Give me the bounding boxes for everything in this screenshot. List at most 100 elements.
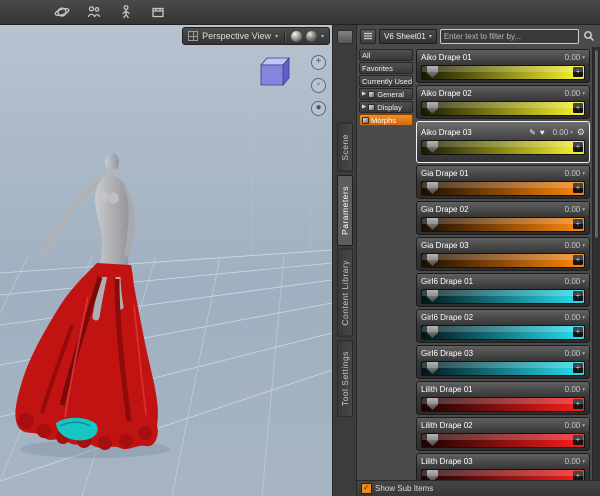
category-item[interactable]: ▶ Currently Used <box>359 75 413 87</box>
slider-knob[interactable] <box>427 398 438 410</box>
side-tab[interactable]: Content Library <box>336 248 353 337</box>
morph-slider-row[interactable]: Gia Drape 01 ✎ ♥ 0.00 ▾ ⚙ <box>416 165 590 199</box>
shaded-style-icon[interactable] <box>290 30 302 42</box>
slider-value[interactable]: 0.00 <box>565 277 581 286</box>
slider-knob[interactable] <box>427 434 438 446</box>
chevron-down-icon[interactable]: ▾ <box>275 33 278 40</box>
scrollbar[interactable] <box>592 47 600 480</box>
side-tab[interactable]: Scene <box>336 123 353 172</box>
slider-plus-button[interactable]: + <box>573 103 583 113</box>
slider-plus-button[interactable]: + <box>573 327 583 337</box>
slider-track[interactable]: + <box>421 289 585 304</box>
value-chevron-icon[interactable]: ▾ <box>582 279 585 285</box>
pane-menu-icon[interactable] <box>360 28 376 44</box>
value-chevron-icon[interactable]: ▾ <box>582 55 585 61</box>
morph-slider-row[interactable]: Lilith Drape 03 ✎ ♥ 0.00 ▾ ⚙ <box>416 453 590 480</box>
rotate-tool-icon[interactable] <box>52 2 72 22</box>
slider-track[interactable]: + <box>421 433 585 448</box>
category-item[interactable]: ▶ All <box>359 49 413 61</box>
slider-value[interactable]: 0.00 <box>565 457 581 466</box>
morph-slider-row[interactable]: Girl6 Drape 03 ✎ ♥ 0.00 ▾ ⚙ <box>416 345 590 379</box>
slider-track[interactable]: + <box>421 101 585 116</box>
slider-plus-button[interactable]: + <box>573 255 583 265</box>
slider-plus-button[interactable]: + <box>573 435 583 445</box>
slider-plus-button[interactable]: + <box>573 363 583 373</box>
people-tool-icon[interactable] <box>84 2 104 22</box>
slider-value[interactable]: 0.00 <box>553 128 569 137</box>
slider-track[interactable]: + <box>421 140 585 155</box>
figure-model[interactable] <box>41 152 135 268</box>
slider-knob[interactable] <box>427 470 438 480</box>
slider-track[interactable]: + <box>421 217 585 232</box>
side-tab[interactable]: Tool Settings <box>336 339 353 417</box>
slider-value[interactable]: 0.00 <box>565 169 581 178</box>
frame-tool-icon[interactable] <box>148 2 168 22</box>
value-chevron-icon[interactable]: ▾ <box>582 91 585 97</box>
slider-value[interactable]: 0.00 <box>565 421 581 430</box>
figure-tool-icon[interactable] <box>116 2 136 22</box>
expand-arrow-icon[interactable]: ▶ <box>362 104 366 110</box>
morph-slider-row[interactable]: Aiko Drape 02 ✎ ♥ 0.00 ▾ ⚙ <box>416 85 590 119</box>
slider-knob[interactable] <box>427 66 438 78</box>
gear-icon[interactable]: ⚙ <box>577 128 585 137</box>
morph-slider-row[interactable]: Girl6 Drape 01 ✎ ♥ 0.00 ▾ ⚙ <box>416 273 590 307</box>
slider-plus-button[interactable]: + <box>573 142 583 152</box>
view-selector[interactable]: Perspective View <box>202 31 271 41</box>
category-item[interactable]: ▶ Morphs <box>359 114 413 126</box>
slider-knob[interactable] <box>427 218 438 230</box>
value-chevron-icon[interactable]: ▾ <box>582 351 585 357</box>
slider-plus-button[interactable]: + <box>573 183 583 193</box>
slider-track[interactable]: + <box>421 397 585 412</box>
view-cube[interactable] <box>254 53 292 89</box>
slider-plus-button[interactable]: + <box>573 67 583 77</box>
value-chevron-icon[interactable]: ▾ <box>582 459 585 465</box>
filter-input[interactable] <box>439 28 579 44</box>
value-chevron-icon[interactable]: ▾ <box>582 315 585 321</box>
slider-value[interactable]: 0.00 <box>565 349 581 358</box>
slider-value[interactable]: 0.00 <box>565 89 581 98</box>
slider-track[interactable]: + <box>421 65 585 80</box>
dress-drape[interactable] <box>15 222 158 450</box>
slider-plus-button[interactable]: + <box>573 291 583 301</box>
morph-slider-row[interactable]: Aiko Drape 03 ✎ ♥ 0.00 ▾ ⚙ + <box>416 121 590 163</box>
side-tab[interactable]: Parameters <box>336 174 353 246</box>
value-chevron-icon[interactable]: ▾ <box>582 387 585 393</box>
value-chevron-icon[interactable]: ▾ <box>582 423 585 429</box>
slider-value[interactable]: 0.00 <box>565 205 581 214</box>
viewport-3d[interactable]: Perspective View ▾ ▾ + ◦ ● <box>0 25 332 496</box>
favorite-icon[interactable]: ♥ <box>540 128 545 137</box>
slider-track[interactable]: + <box>421 361 585 376</box>
zoom-control-icon[interactable]: + <box>311 55 326 70</box>
slider-track[interactable]: + <box>421 181 585 196</box>
expand-arrow-icon[interactable]: ▶ <box>362 91 366 97</box>
morph-slider-row[interactable]: Gia Drape 03 ✎ ♥ 0.00 ▾ ⚙ <box>416 237 590 271</box>
pan-control-icon[interactable]: ● <box>311 101 326 116</box>
slider-value[interactable]: 0.00 <box>565 53 581 62</box>
category-item[interactable]: ▶ Display <box>359 101 413 113</box>
slider-track[interactable]: + <box>421 325 585 340</box>
morph-slider-row[interactable]: Lilith Drape 01 ✎ ♥ 0.00 ▾ ⚙ <box>416 381 590 415</box>
morph-slider-row[interactable]: Lilith Drape 02 ✎ ♥ 0.00 ▾ ⚙ <box>416 417 590 451</box>
slider-plus-button[interactable]: + <box>573 399 583 409</box>
slider-knob[interactable] <box>427 182 438 194</box>
slider-knob[interactable] <box>427 290 438 302</box>
edit-icon[interactable]: ✎ <box>529 128 536 137</box>
scrollbar-thumb[interactable] <box>594 49 599 239</box>
value-chevron-icon[interactable]: ▾ <box>570 130 573 136</box>
category-item[interactable]: ▶ Favorites <box>359 62 413 74</box>
style-menu-chevron-icon[interactable]: ▾ <box>321 33 324 40</box>
scene-canvas[interactable] <box>0 25 332 496</box>
show-sub-items-checkbox[interactable]: ✓ <box>361 483 372 494</box>
slider-knob[interactable] <box>427 102 438 114</box>
morph-slider-row[interactable]: Gia Drape 02 ✎ ♥ 0.00 ▾ ⚙ <box>416 201 590 235</box>
value-chevron-icon[interactable]: ▾ <box>582 171 585 177</box>
slider-track[interactable]: + <box>421 469 585 480</box>
orbit-control-icon[interactable]: ◦ <box>311 78 326 93</box>
category-item[interactable]: ▶ General <box>359 88 413 100</box>
slider-plus-button[interactable]: + <box>573 471 583 480</box>
slider-value[interactable]: 0.00 <box>565 241 581 250</box>
slider-knob[interactable] <box>427 254 438 266</box>
value-chevron-icon[interactable]: ▾ <box>582 207 585 213</box>
morph-slider-row[interactable]: Girl6 Drape 02 ✎ ♥ 0.00 ▾ ⚙ <box>416 309 590 343</box>
slider-value[interactable]: 0.00 <box>565 313 581 322</box>
